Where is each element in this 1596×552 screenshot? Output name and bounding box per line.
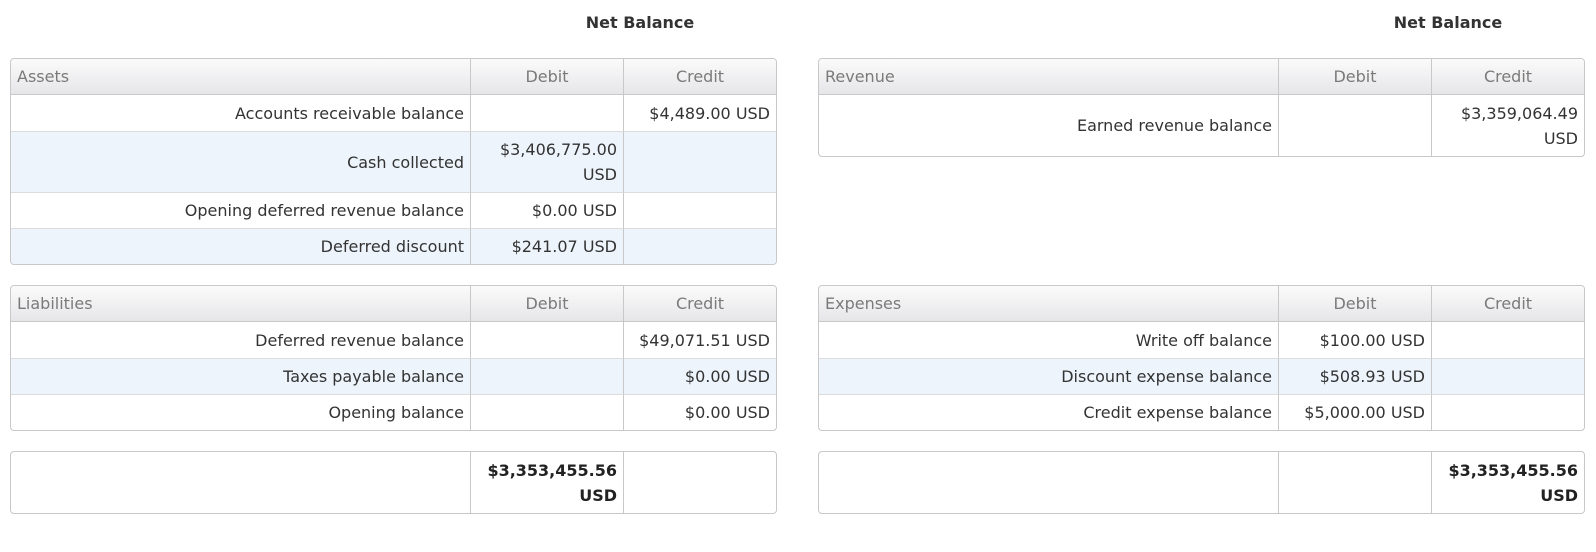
- row-credit: $49,071.51 USD: [623, 322, 776, 358]
- row-name: Deferred discount: [11, 228, 470, 264]
- row-debit: $100.00 USD: [1278, 322, 1431, 358]
- table-row: Deferred discount $241.07 USD: [11, 228, 776, 264]
- revenue-header-debit: Debit: [1278, 59, 1431, 95]
- row-name: Credit expense balance: [819, 394, 1278, 430]
- row-name: Opening balance: [11, 394, 470, 430]
- table-row: Deferred revenue balance $49,071.51 USD: [11, 322, 776, 358]
- total-debit: $3,353,455.56 USD: [470, 452, 623, 513]
- expenses-header-debit: Debit: [1278, 286, 1431, 322]
- row-name: Accounts receivable balance: [235, 103, 464, 123]
- table-row: Accounts receivable balance $4,489.00 US…: [11, 95, 776, 131]
- expenses-header-row: Expenses Debit Credit: [819, 286, 1584, 322]
- row-credit: [1431, 394, 1584, 430]
- row-credit: $0.00 USD: [623, 394, 776, 430]
- total-credit: $3,353,455.56 USD: [1431, 452, 1584, 513]
- total-name: [11, 452, 470, 513]
- row-name: Taxes payable balance: [11, 358, 470, 394]
- expenses-table: Expenses Debit Credit Write off balance …: [818, 285, 1585, 431]
- revenue-header-credit: Credit: [1431, 59, 1584, 95]
- revenue-header-row: Revenue Debit Credit: [819, 59, 1584, 95]
- revenue-table: Revenue Debit Credit Earned revenue bala…: [818, 58, 1585, 157]
- assets-table: Assets Debit Credit Accounts receivable …: [10, 58, 777, 265]
- row-debit: [470, 394, 623, 430]
- row-debit: $508.93 USD: [1278, 358, 1431, 394]
- total-name: [819, 452, 1278, 513]
- total-row: $3,353,455.56 USD: [11, 452, 776, 513]
- row-debit: [1278, 95, 1431, 156]
- table-row: Taxes payable balance $0.00 USD: [11, 358, 776, 394]
- row-debit: [470, 95, 623, 131]
- row-debit: $0.00 USD: [470, 192, 623, 228]
- row-name: Deferred revenue balance: [255, 330, 464, 350]
- expenses-header-credit: Credit: [1431, 286, 1584, 322]
- row-debit: [470, 322, 623, 358]
- total-row: $3,353,455.56 USD: [819, 452, 1584, 513]
- total-debit: [1278, 452, 1431, 513]
- total-credit: [623, 452, 776, 513]
- table-row: Credit expense balance $5,000.00 USD: [819, 394, 1584, 430]
- table-row: Cash collected $3,406,775.00 USD: [11, 131, 776, 192]
- right-total-table: $3,353,455.56 USD: [818, 451, 1585, 514]
- assets-header-name: Assets: [11, 59, 470, 95]
- liabilities-header-name: Liabilities: [11, 286, 470, 322]
- row-name: Write off balance: [1135, 330, 1272, 350]
- row-credit: [623, 228, 776, 264]
- table-row: Opening balance $0.00 USD: [11, 394, 776, 430]
- row-credit: $3,359,064.49 USD: [1431, 95, 1584, 156]
- liabilities-header-credit: Credit: [623, 286, 776, 322]
- row-credit: [1431, 358, 1584, 394]
- row-debit: [470, 358, 623, 394]
- liabilities-table: Liabilities Debit Credit Deferred revenu…: [10, 285, 777, 431]
- row-credit: $4,489.00 USD: [623, 95, 776, 131]
- net-balance-title-right: Net Balance: [1393, 13, 1503, 32]
- row-name: Cash collected: [11, 131, 470, 192]
- row-name: Opening deferred revenue balance: [11, 192, 470, 228]
- row-credit: [1431, 322, 1584, 358]
- table-row: Earned revenue balance $3,359,064.49 USD: [819, 95, 1584, 156]
- row-name: Discount expense balance: [819, 358, 1278, 394]
- row-credit: [623, 192, 776, 228]
- row-name: Earned revenue balance: [1076, 116, 1272, 135]
- net-balance-title-left: Net Balance: [585, 13, 695, 32]
- assets-header-credit: Credit: [623, 59, 776, 95]
- row-debit: $3,406,775.00 USD: [470, 131, 623, 192]
- table-row: Opening deferred revenue balance $0.00 U…: [11, 192, 776, 228]
- expenses-header-name: Expenses: [819, 286, 1278, 322]
- assets-header-row: Assets Debit Credit: [11, 59, 776, 95]
- assets-header-debit: Debit: [470, 59, 623, 95]
- row-debit: $5,000.00 USD: [1278, 394, 1431, 430]
- left-total-table: $3,353,455.56 USD: [10, 451, 777, 514]
- table-row: Write off balance $100.00 USD: [819, 322, 1584, 358]
- liabilities-header-debit: Debit: [470, 286, 623, 322]
- revenue-header-name: Revenue: [819, 59, 1278, 95]
- row-credit: [623, 131, 776, 192]
- liabilities-header-row: Liabilities Debit Credit: [11, 286, 776, 322]
- row-debit: $241.07 USD: [470, 228, 623, 264]
- row-credit: $0.00 USD: [623, 358, 776, 394]
- table-row: Discount expense balance $508.93 USD: [819, 358, 1584, 394]
